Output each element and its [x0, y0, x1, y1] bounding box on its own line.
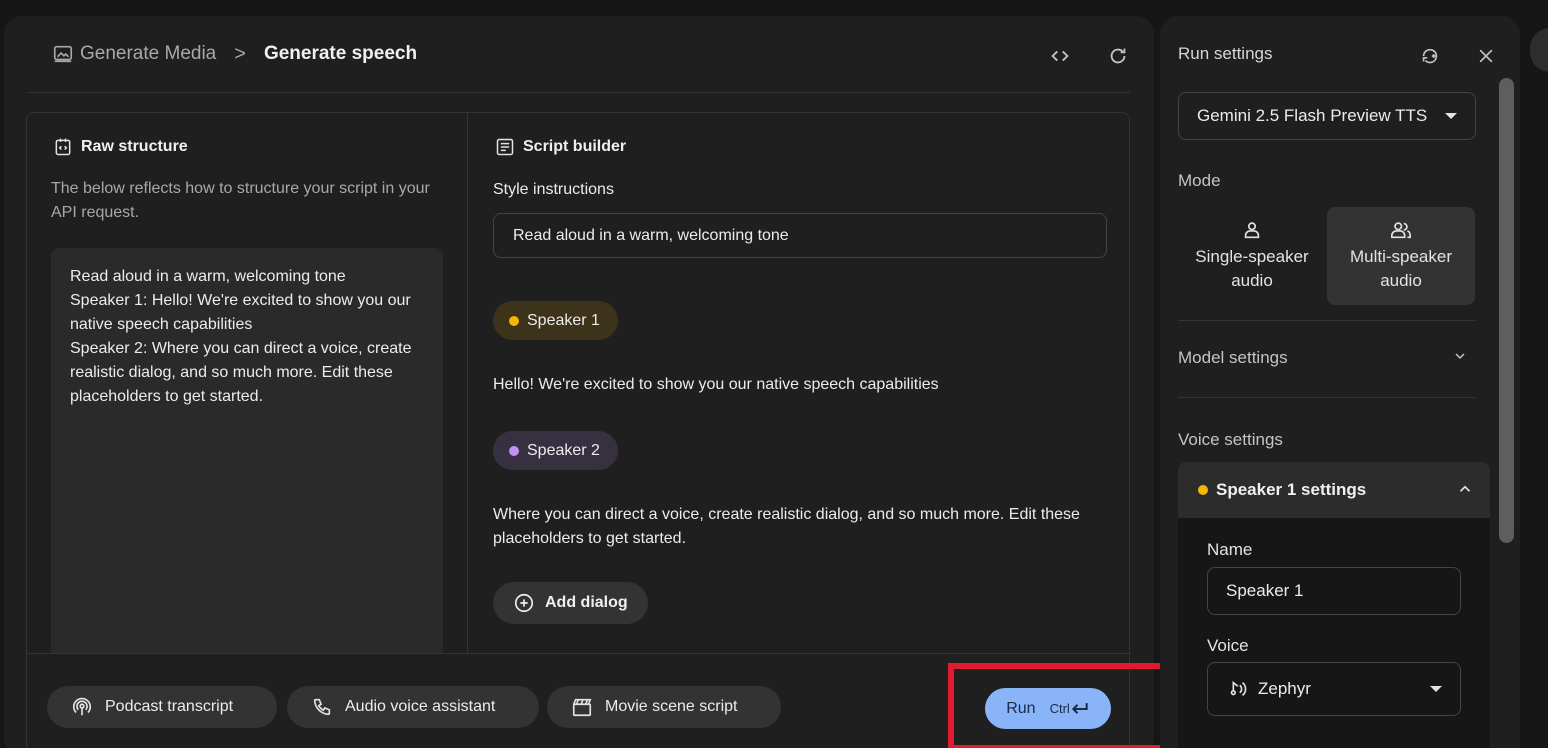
raw-line: Read aloud in a warm, welcoming tone: [70, 268, 346, 285]
raw-structure-title: Raw structure: [53, 137, 188, 157]
clapperboard-icon: [572, 698, 592, 717]
speaker-1-dialog[interactable]: Hello! We're excited to show you our nat…: [493, 373, 1093, 397]
speaker-2-color-dot: [509, 445, 519, 456]
raw-structure-description: The below reflects how to structure your…: [51, 180, 430, 221]
script-builder-title: Script builder: [495, 137, 626, 157]
speaker-2-chip[interactable]: Speaker 2: [493, 431, 618, 470]
preset-label: Movie scene script: [605, 698, 738, 715]
dropdown-caret-icon: [1445, 113, 1457, 119]
speaker-2-dialog[interactable]: Where you can direct a voice, create rea…: [493, 503, 1093, 551]
divider: [1178, 320, 1476, 321]
phone-icon: [313, 698, 331, 716]
raw-structure-code[interactable]: Read aloud in a warm, welcoming tone Spe…: [51, 248, 443, 653]
script-builder-panel: Script builder Style instructions Speake…: [469, 113, 1129, 653]
add-dialog-label: Add dialog: [545, 594, 628, 611]
settings-scrollbar[interactable]: [1499, 78, 1514, 543]
mode-label: Mode: [1178, 171, 1221, 190]
main-panel: Generate Media > Generate speech Raw str…: [4, 16, 1154, 748]
header-actions: [1048, 44, 1130, 68]
speaker-1-settings-title: Speaker 1 settings: [1216, 480, 1367, 499]
model-settings-toggle[interactable]: Model settings: [1178, 348, 1288, 368]
speaker-1-color-dot: [509, 315, 519, 326]
mode-single-label: Single-speaker audio: [1195, 247, 1309, 290]
podcast-icon: [72, 697, 92, 716]
voice-select[interactable]: Zephyr: [1207, 662, 1461, 716]
breadcrumb-parent[interactable]: Generate Media: [80, 43, 216, 65]
speaker-2-name: Speaker 2: [527, 441, 600, 459]
side-menu-button[interactable]: [1530, 28, 1548, 72]
person-icon: [1244, 222, 1260, 239]
raw-structure-label: Raw structure: [81, 138, 188, 155]
people-icon: [1391, 222, 1411, 239]
style-instructions-input[interactable]: [493, 213, 1107, 258]
breadcrumb: Generate Media > Generate speech: [28, 43, 417, 66]
page-header: Generate Media > Generate speech: [28, 16, 1130, 93]
code-document-icon: [55, 138, 71, 156]
voice-settings-label: Voice settings: [1178, 430, 1283, 449]
voice-field-label: Voice: [1207, 636, 1249, 655]
voice-select-value: Zephyr: [1258, 679, 1311, 698]
chevron-down-icon[interactable]: [1452, 348, 1468, 364]
dropdown-caret-icon: [1430, 686, 1442, 692]
run-highlight-box: [948, 663, 1182, 748]
page-title: Generate speech: [263, 43, 418, 64]
refresh-icon[interactable]: [1106, 44, 1130, 68]
media-icon: [53, 45, 73, 63]
list-document-icon: [496, 138, 514, 156]
run-settings-actions: [1418, 44, 1498, 68]
reset-settings-icon[interactable]: [1418, 44, 1442, 68]
breadcrumb-separator: >: [234, 42, 246, 65]
chevron-up-icon: [1459, 485, 1471, 492]
divider: [1178, 397, 1476, 398]
speaker-1-settings-card: Speaker 1 settings Name Voice Zephyr: [1178, 462, 1490, 748]
content-area: Raw structure The below reflects how to …: [26, 112, 1131, 748]
preset-voice-assistant-button[interactable]: Audio voice assistant: [287, 686, 539, 728]
raw-line: Speaker 1: Hello! We're excited to show …: [70, 292, 416, 333]
model-select-value: Gemini 2.5 Flash Preview TTS: [1197, 106, 1428, 125]
mode-multi-label: Multi-speaker audio: [1349, 247, 1453, 290]
speaker-1-settings-dot: [1198, 485, 1208, 495]
speaker-1-settings-header[interactable]: Speaker 1 settings: [1178, 462, 1490, 518]
run-settings-panel: Run settings Gemini 2.5 Flash Preview TT…: [1160, 16, 1520, 748]
add-circle-icon: [514, 593, 534, 613]
preset-movie-script-button[interactable]: Movie scene script: [547, 686, 781, 728]
name-field-label: Name: [1207, 540, 1253, 559]
close-icon[interactable]: [1474, 44, 1498, 68]
script-builder-label: Script builder: [523, 138, 627, 155]
speaker-name-input[interactable]: [1207, 567, 1461, 615]
voice-wave-icon: [1230, 680, 1247, 697]
speaker-1-chip[interactable]: Speaker 1: [493, 301, 618, 340]
raw-line: Speaker 2: Where you can direct a voice,…: [70, 340, 416, 405]
preset-podcast-button[interactable]: Podcast transcript: [47, 686, 277, 728]
preset-label: Audio voice assistant: [345, 698, 496, 715]
run-settings-title: Run settings: [1178, 44, 1273, 63]
mode-single-speaker[interactable]: Single-speaker audio: [1178, 207, 1326, 305]
preset-label: Podcast transcript: [105, 698, 234, 715]
raw-structure-panel: Raw structure The below reflects how to …: [27, 113, 468, 653]
style-instructions-label: Style instructions: [493, 181, 614, 198]
mode-multi-speaker[interactable]: Multi-speaker audio: [1327, 207, 1475, 305]
add-dialog-button[interactable]: Add dialog: [493, 582, 648, 624]
code-icon[interactable]: [1048, 44, 1072, 68]
speaker-1-name: Speaker 1: [527, 311, 600, 329]
model-select[interactable]: Gemini 2.5 Flash Preview TTS: [1178, 92, 1476, 140]
